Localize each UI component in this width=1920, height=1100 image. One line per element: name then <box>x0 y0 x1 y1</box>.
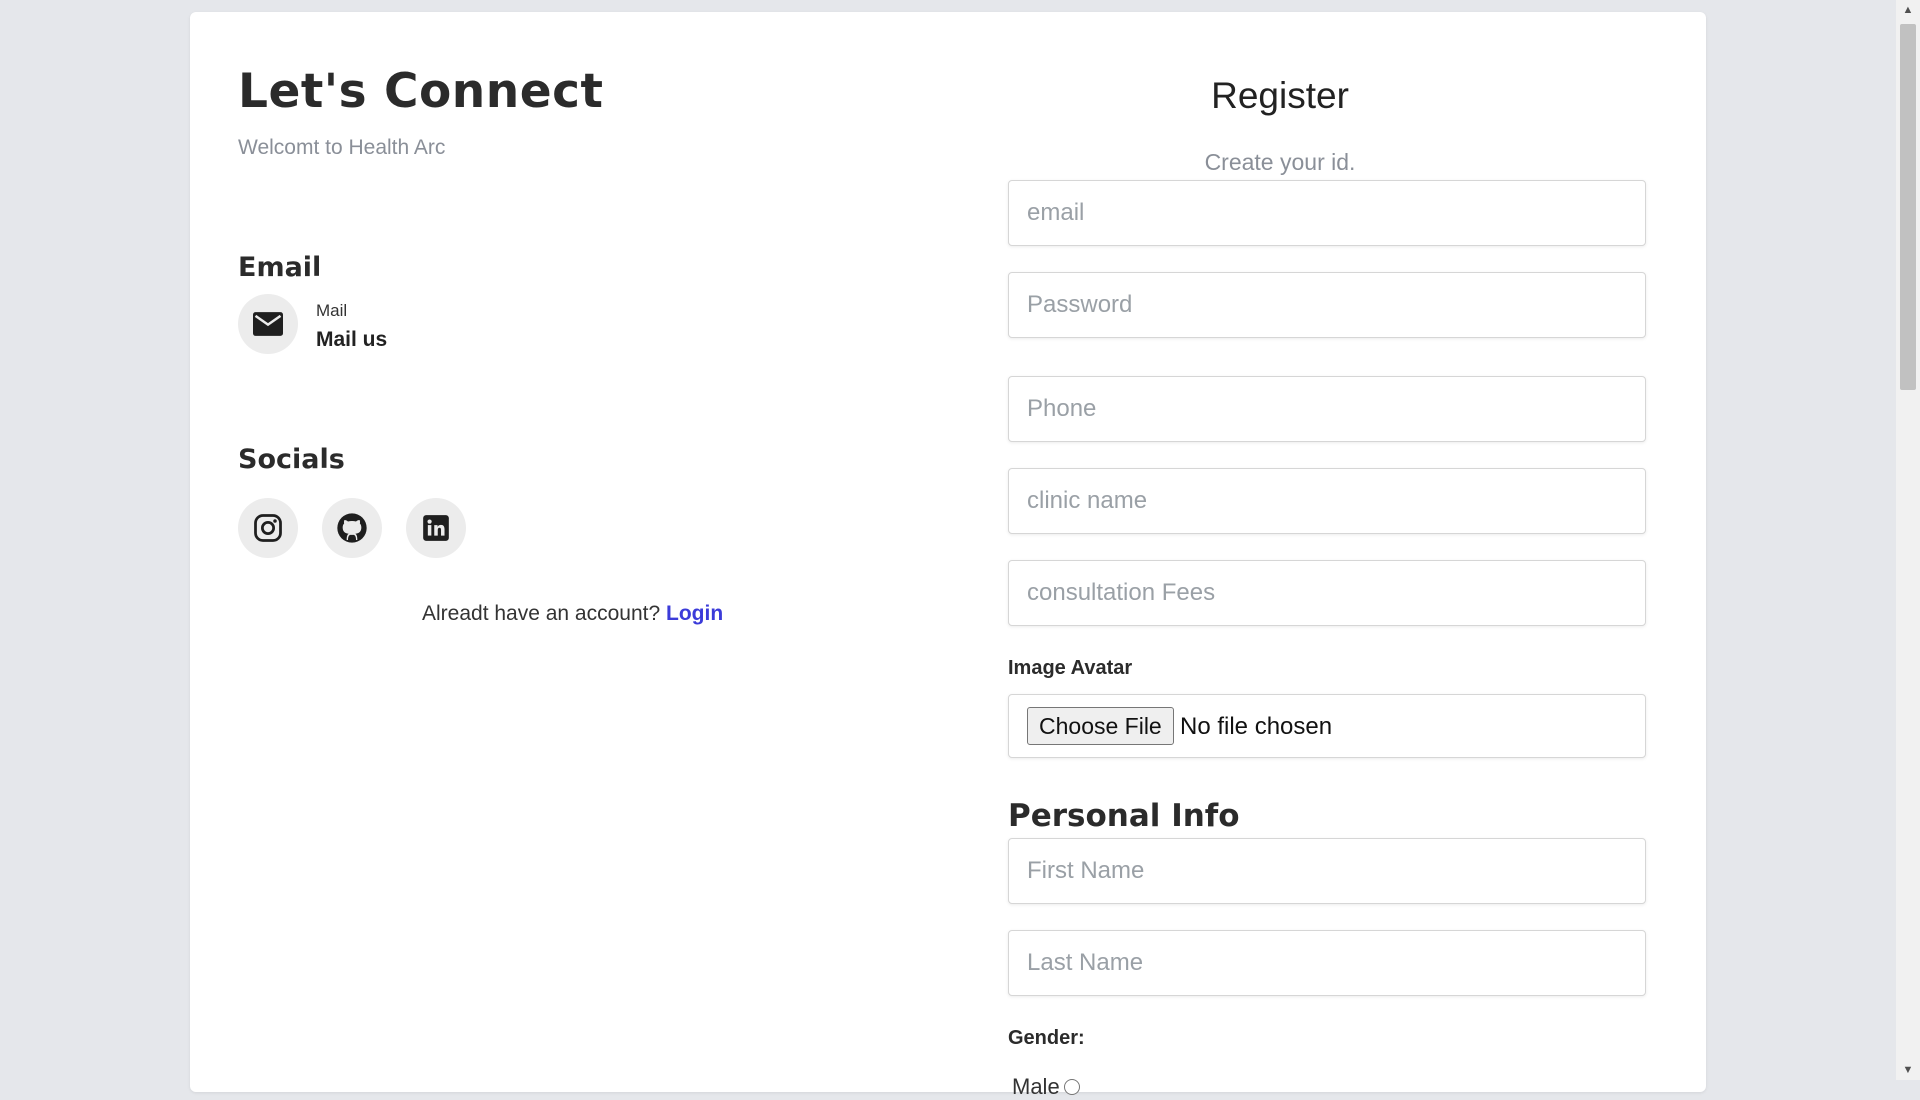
personal-info-heading: Personal Info <box>1008 798 1240 834</box>
gender-male-radio[interactable] <box>1063 1079 1080 1095</box>
vertical-scrollbar[interactable]: ▲ ▼ <box>1896 0 1920 1080</box>
login-link[interactable]: Login <box>666 602 723 625</box>
mail-label: Mail <box>316 301 348 320</box>
login-prompt: Alreadt have an account? Login <box>422 602 723 626</box>
mail-icon[interactable] <box>238 294 298 354</box>
gender-male-option[interactable]: Male <box>1012 1074 1080 1100</box>
scroll-down-arrow-icon[interactable]: ▼ <box>1896 1060 1920 1080</box>
phone-field[interactable] <box>1008 376 1646 442</box>
github-icon[interactable] <box>322 498 382 558</box>
first-name-field[interactable] <box>1008 838 1646 904</box>
instagram-icon[interactable] <box>238 498 298 558</box>
register-title: Register <box>1211 75 1349 116</box>
email-heading: Email <box>238 252 322 283</box>
register-subtitle: Create your id. <box>1204 149 1356 175</box>
gender-label: Gender: <box>1008 1027 1085 1049</box>
password-field[interactable] <box>1008 272 1646 338</box>
scroll-up-arrow-icon[interactable]: ▲ <box>1896 0 1920 20</box>
linkedin-icon[interactable] <box>406 498 466 558</box>
email-field[interactable] <box>1008 180 1646 246</box>
login-prompt-text: Alreadt have an account? <box>422 602 661 625</box>
last-name-field[interactable] <box>1008 930 1646 996</box>
scroll-thumb[interactable] <box>1900 24 1916 390</box>
mail-us-link[interactable]: Mail us <box>316 328 387 352</box>
consultation-fees-field[interactable] <box>1008 560 1646 626</box>
image-avatar-input: Choose File No file chosen <box>1008 694 1646 758</box>
choose-file-button[interactable]: Choose File <box>1027 707 1174 745</box>
welcome-subtitle: Welcomt to Health Arc <box>238 136 446 159</box>
page-title: Let's Connect <box>238 64 604 119</box>
contact-card: Let's Connect Welcomt to Health Arc Emai… <box>190 12 1706 1099</box>
file-status: No file chosen <box>1180 713 1333 740</box>
clinic-name-field[interactable] <box>1008 468 1646 534</box>
image-avatar-label: Image Avatar <box>1008 657 1133 679</box>
gender-male-label: Male <box>1012 1074 1060 1099</box>
socials-heading: Socials <box>238 444 345 475</box>
